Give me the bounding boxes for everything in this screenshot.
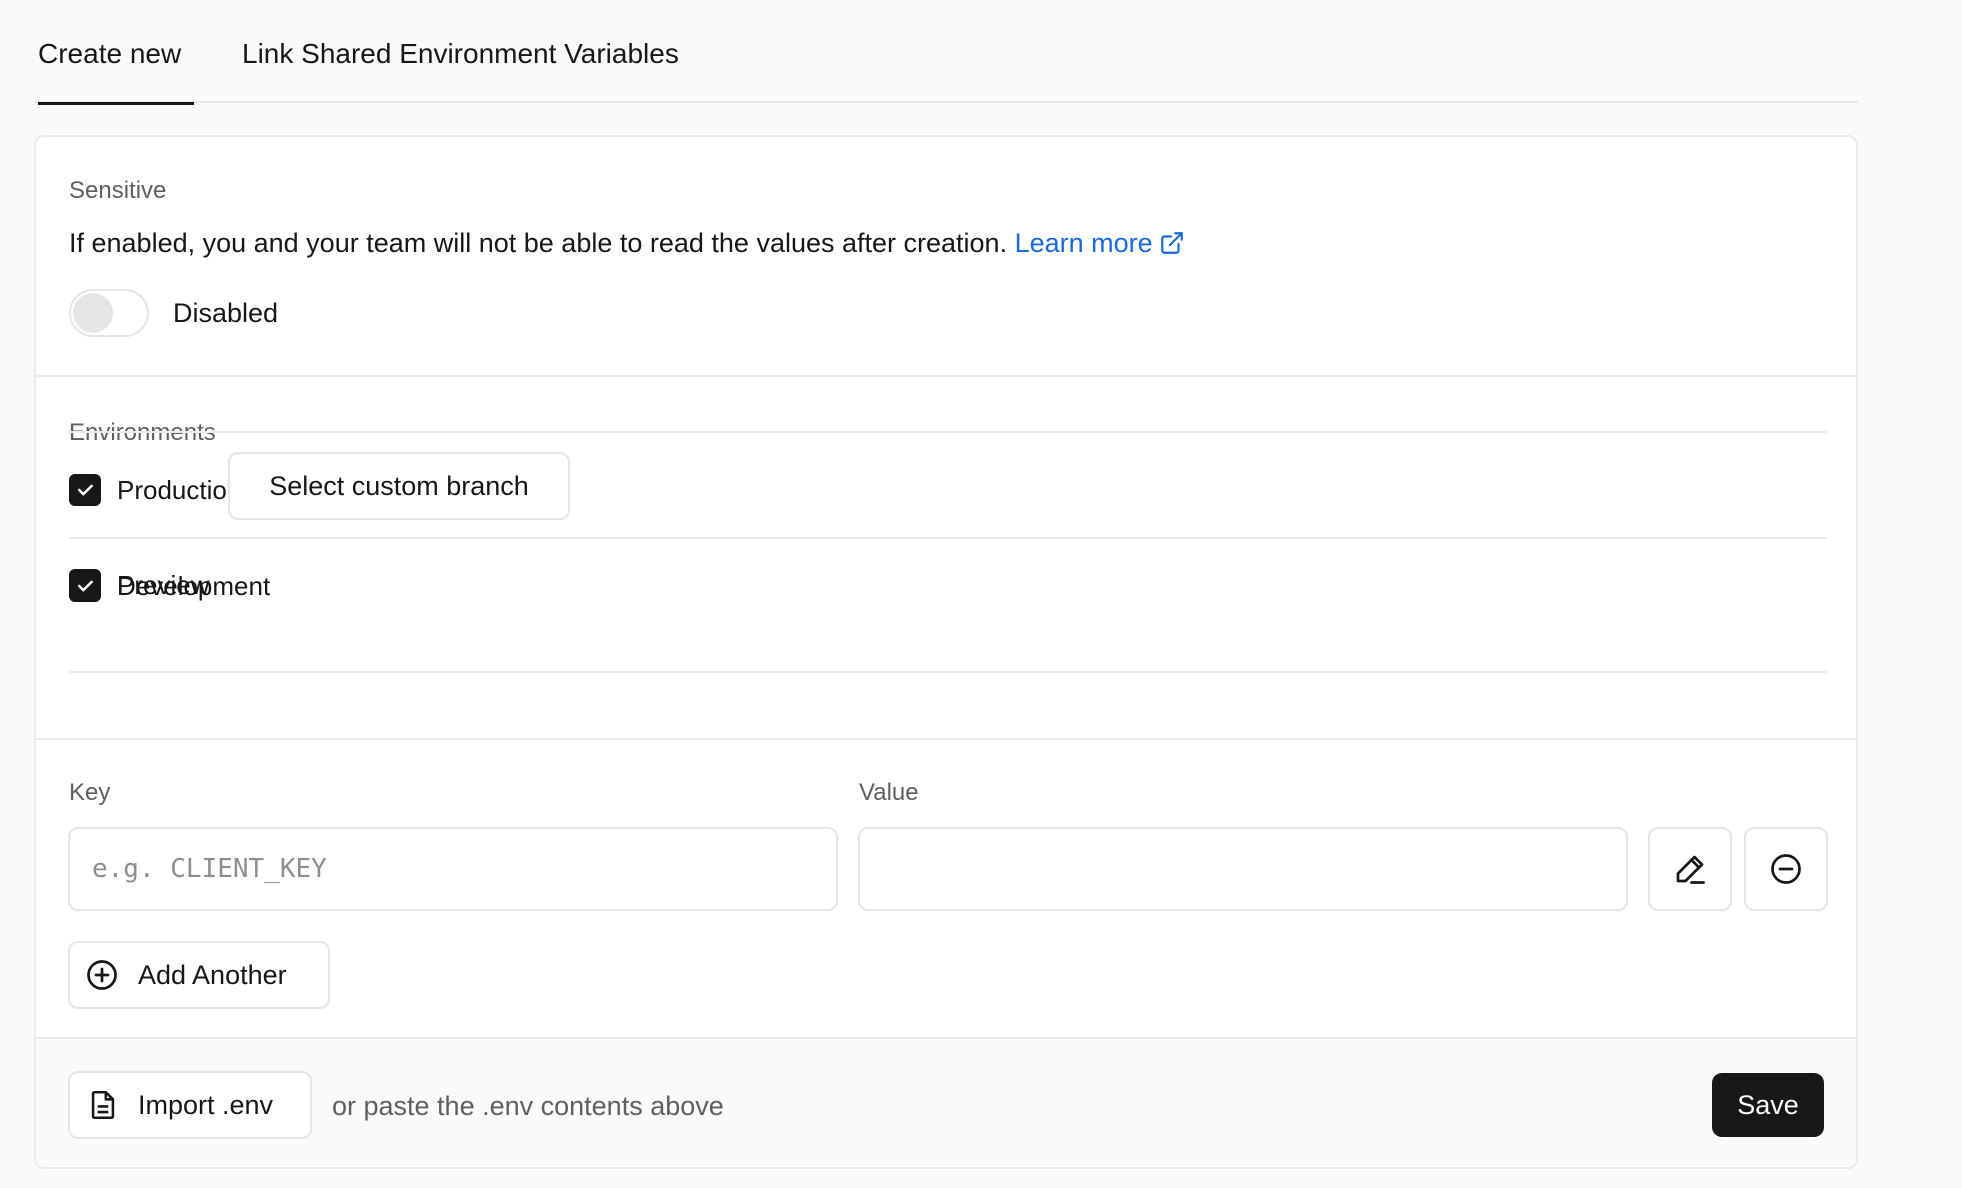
tab-bar: Create new Link Shared Environment Varia… — [34, 0, 1858, 105]
value-input[interactable] — [858, 827, 1628, 911]
sensitive-toggle-label: Disabled — [173, 298, 279, 328]
add-another-button[interactable]: Add Another — [68, 941, 330, 1009]
minus-circle-icon — [1771, 854, 1801, 884]
pencil-icon — [1676, 855, 1705, 884]
remove-button[interactable] — [1744, 827, 1828, 911]
tab-create-new-label: Create new — [38, 38, 182, 69]
env-divider-2 — [69, 537, 1827, 539]
learn-more-label: Learn more — [1014, 228, 1153, 258]
value-label: Value — [859, 779, 919, 806]
sensitive-title: Sensitive — [69, 177, 167, 204]
import-env-label: Import .env — [138, 1089, 274, 1120]
footer-hint: or paste the .env contents above — [332, 1091, 724, 1121]
env-divider-1 — [69, 431, 1827, 433]
import-env-button[interactable]: Import .env — [68, 1071, 312, 1139]
tab-create-new[interactable]: Create new — [38, 38, 194, 105]
env-row-production: Production — [69, 470, 241, 510]
external-link-icon — [1160, 232, 1183, 254]
env-row-divider — [69, 671, 1827, 673]
sensitive-description-text: If enabled, you and your team will not b… — [69, 228, 1008, 258]
select-custom-branch-button[interactable]: Select custom branch — [228, 452, 570, 520]
tab-link-shared-env-vars[interactable]: Link Shared Environment Variables — [242, 38, 679, 103]
file-icon — [91, 1090, 115, 1120]
learn-more-link[interactable]: Learn more — [1015, 228, 1185, 258]
check-icon — [77, 580, 93, 592]
tab-link-shared-env-vars-label: Link Shared Environment Variables — [242, 38, 679, 69]
sensitive-description: If enabled, you and your team will not b… — [69, 228, 1185, 259]
add-another-label: Add Another — [138, 959, 287, 990]
production-label: Production — [117, 474, 242, 505]
edit-button[interactable] — [1648, 827, 1732, 911]
check-icon — [77, 484, 93, 496]
plus-circle-icon — [87, 960, 117, 990]
save-button[interactable]: Save — [1712, 1073, 1824, 1137]
production-checkbox[interactable] — [69, 474, 101, 506]
development-checkbox[interactable] — [69, 570, 101, 602]
form-footer: Import .env or paste the .env contents a… — [36, 1037, 1856, 1167]
sensitive-section: Sensitive If enabled, you and your team … — [36, 137, 1856, 375]
env-var-form-card: Sensitive If enabled, you and your team … — [34, 135, 1858, 1169]
key-input[interactable] — [68, 827, 838, 911]
key-label: Key — [69, 779, 111, 806]
development-label: Development — [117, 570, 271, 601]
section-divider — [36, 738, 1856, 740]
toggle-knob — [73, 293, 113, 333]
select-custom-branch-label: Select custom branch — [269, 470, 529, 501]
sensitive-toggle[interactable] — [69, 289, 149, 337]
environments-title: Environments — [69, 419, 216, 446]
env-row-development: Development — [69, 566, 270, 606]
